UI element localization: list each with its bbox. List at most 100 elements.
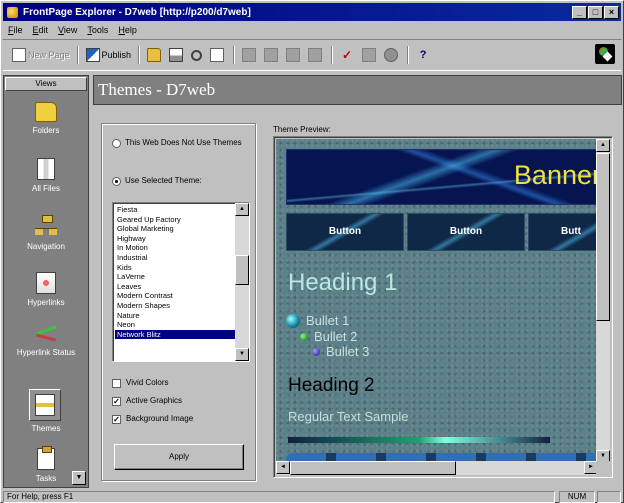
view-all-files[interactable]: All Files	[4, 158, 88, 194]
view-themes-label[interactable]: Themes	[4, 424, 88, 434]
paste-button[interactable]	[283, 45, 305, 65]
theme-list-item[interactable]: Modern Shapes	[115, 301, 235, 311]
preview-button-3: Butt	[528, 213, 598, 251]
preview-scroll-up-button[interactable]: ▲	[596, 139, 610, 152]
paste-icon	[286, 48, 301, 62]
copy-button[interactable]	[261, 45, 283, 65]
theme-list-items: Fiesta Geared Up Factory Global Marketing H…	[115, 205, 235, 340]
active-graphics-option[interactable]: ✓ Active Graphics	[112, 396, 182, 406]
stop-icon	[384, 48, 399, 62]
theme-list[interactable]: Fiesta Geared Up Factory Global Marketing H…	[112, 202, 250, 362]
background-image-checkbox[interactable]: ✓	[112, 415, 121, 424]
toolbar-separator	[233, 46, 236, 64]
navigation-icon	[34, 214, 58, 238]
new-page-icon	[12, 48, 26, 62]
theme-options-panel: This Web Does Not Use Themes Use Selecte…	[101, 123, 256, 481]
theme-list-item[interactable]: Highway	[115, 234, 235, 244]
theme-list-item[interactable]: Nature	[115, 311, 235, 321]
theme-list-item[interactable]: Neon	[115, 320, 235, 330]
no-theme-option[interactable]: This Web Does Not Use Themes	[112, 138, 242, 148]
preview-banner: Banner	[286, 149, 598, 205]
frontpage-explorer-window: FrontPage Explorer - D7web [http://p200/…	[0, 0, 624, 503]
preview-scroll-corner	[596, 461, 610, 475]
active-graphics-checkbox[interactable]: ✓	[112, 397, 121, 406]
refresh-button[interactable]	[359, 45, 381, 65]
hyperlink-status-icon	[33, 324, 59, 344]
preview-vertical-scrollbar[interactable]: ▲ ▼	[596, 139, 610, 463]
frontpage-app-icon[interactable]	[6, 6, 19, 19]
preview-icon	[210, 48, 225, 62]
print-button[interactable]	[166, 45, 188, 65]
open-button[interactable]	[144, 45, 166, 65]
preview-vscroll-thumb[interactable]	[596, 153, 610, 321]
preview-regular-text: Regular Text Sample	[288, 409, 409, 424]
view-themes-selected-frame[interactable]	[29, 389, 61, 421]
preview-heading-1: Heading 1	[288, 269, 398, 296]
title-bar[interactable]: FrontPage Explorer - D7web [http://p200/…	[3, 3, 621, 21]
theme-list-item[interactable]: Modern Contrast	[115, 291, 235, 301]
themes-icon	[35, 394, 55, 416]
theme-list-item[interactable]: In Motion	[115, 243, 235, 253]
menu-file[interactable]: File	[3, 25, 28, 35]
view-hyperlinks[interactable]: Hyperlinks	[4, 272, 88, 308]
theme-list-item[interactable]: Fiesta	[115, 205, 235, 215]
theme-list-item[interactable]: Global Marketing	[115, 224, 235, 234]
preview-scroll-left-button[interactable]: ◄	[276, 461, 290, 474]
help-icon: ?	[419, 49, 427, 61]
preview-horizontal-scrollbar[interactable]: ◄ ►	[276, 461, 598, 475]
vivid-colors-checkbox[interactable]	[112, 379, 121, 388]
scroll-up-button[interactable]: ▲	[235, 203, 249, 216]
delete-button[interactable]	[305, 45, 327, 65]
scroll-down-button[interactable]: ▼	[235, 348, 249, 361]
close-button[interactable]: ×	[604, 5, 619, 19]
toolbar-separator	[76, 46, 79, 64]
verify-hyperlinks-button[interactable]: ✓	[337, 45, 359, 65]
print-icon	[169, 48, 184, 62]
help-button[interactable]: ?	[413, 45, 435, 65]
menu-tools[interactable]: Tools	[82, 25, 113, 35]
stop-button[interactable]	[381, 45, 403, 65]
find-button[interactable]	[188, 45, 207, 65]
check-icon: ✓	[342, 48, 353, 62]
scroll-thumb[interactable]	[235, 255, 249, 285]
view-hyperlink-status[interactable]: Hyperlink Status	[16, 324, 76, 358]
no-theme-radio[interactable]	[112, 139, 121, 148]
preview-bullet-3: Bullet 3	[312, 344, 369, 359]
theme-list-item[interactable]: Geared Up Factory	[115, 215, 235, 225]
background-image-option[interactable]: ✓ Background Image	[112, 414, 193, 424]
maximize-button[interactable]: □	[588, 5, 603, 19]
toolbar-separator	[331, 46, 334, 64]
theme-list-item[interactable]: Industrial	[115, 253, 235, 263]
theme-list-item[interactable]: Network Blitz	[115, 329, 235, 340]
use-selected-theme-radio[interactable]	[112, 177, 121, 186]
delete-icon	[308, 48, 323, 62]
minimize-button[interactable]: _	[572, 5, 587, 19]
window-title: FrontPage Explorer - D7web [http://p200/…	[23, 6, 251, 18]
apply-button[interactable]: Apply	[114, 444, 244, 470]
views-scroll-down-button[interactable]: ▼	[72, 471, 86, 485]
tasks-icon	[37, 446, 55, 470]
use-selected-theme-option[interactable]: Use Selected Theme:	[112, 176, 202, 186]
toolbar-separator	[407, 46, 410, 64]
panel-title: Themes - D7web	[93, 75, 622, 105]
theme-list-item[interactable]: Kids	[115, 263, 235, 273]
menu-help[interactable]: Help	[113, 25, 142, 35]
preview-button-2: Button	[407, 213, 525, 251]
menu-view[interactable]: View	[53, 25, 82, 35]
view-folders[interactable]: Folders	[4, 102, 88, 136]
preview-bullet-2: Bullet 2	[300, 329, 357, 344]
num-lock-indicator: NUM	[559, 490, 595, 503]
menu-edit[interactable]: Edit	[28, 25, 54, 35]
theme-list-scrollbar[interactable]: ▲ ▼	[235, 203, 249, 361]
preview-hscroll-thumb[interactable]	[290, 461, 456, 475]
views-header: Views	[5, 77, 87, 91]
publish-button[interactable]: Publish	[83, 45, 135, 65]
view-navigation[interactable]: Navigation	[4, 214, 88, 252]
theme-list-item[interactable]: Leaves	[115, 282, 235, 292]
hyperlinks-icon	[36, 272, 56, 294]
new-page-button[interactable]: New Page	[9, 45, 73, 65]
theme-list-item[interactable]: LaVerne	[115, 272, 235, 282]
vivid-colors-option[interactable]: Vivid Colors	[112, 378, 169, 388]
preview-button[interactable]	[207, 45, 229, 65]
cut-button[interactable]	[239, 45, 261, 65]
